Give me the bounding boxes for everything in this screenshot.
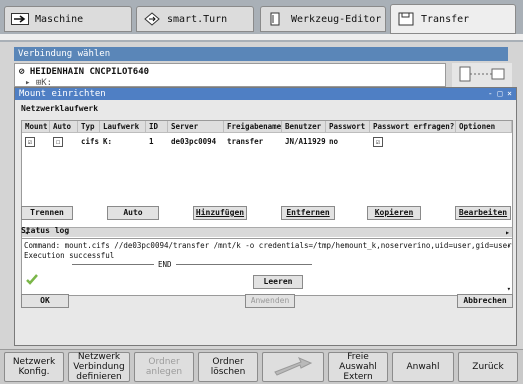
- tab-werkzeug-editor[interactable]: Werkzeug-Editor: [260, 6, 386, 32]
- edit-button[interactable]: Bearbeiten: [455, 206, 511, 220]
- softkey-delete-folder[interactable]: Ordner löschen: [198, 352, 258, 382]
- arrow-right-icon: [11, 12, 29, 26]
- mount-checkbox[interactable]: ☑: [25, 137, 35, 147]
- connection-item[interactable]: ⊘ HEIDENHAIN CNCPILOT640: [19, 67, 149, 77]
- copy-button[interactable]: Kopieren: [367, 206, 421, 220]
- mount-dialog: Mount einrichten - □ × Netzwerklaufwerk …: [14, 87, 517, 346]
- table-cell: cifs: [81, 137, 100, 146]
- connection-list[interactable]: ⊘ HEIDENHAIN CNCPILOT640 ▸ ⊞K:: [14, 63, 446, 88]
- tab-label: Werkzeug-Editor: [291, 13, 382, 25]
- column-header[interactable]: Optionen: [456, 121, 512, 133]
- transfer-icon: [397, 12, 415, 26]
- scroll-up-icon[interactable]: ▴: [507, 241, 511, 249]
- connection-title: Verbindung wählen: [14, 47, 508, 61]
- column-header[interactable]: Benutzer: [282, 121, 326, 133]
- horizontal-scrollbar[interactable]: ◂ ▸: [22, 227, 512, 237]
- tab-label: smart.Turn: [167, 13, 228, 25]
- tab-transfer[interactable]: Transfer: [390, 4, 516, 34]
- apply-button[interactable]: Anwenden: [245, 294, 295, 308]
- tab-smart-turn[interactable]: smart.Turn: [136, 6, 254, 32]
- diamond-arrow-icon: [143, 12, 161, 26]
- column-header[interactable]: Mount: [22, 121, 50, 133]
- clear-button[interactable]: Leeren: [253, 275, 303, 289]
- table-row[interactable]: ☑: [22, 136, 35, 148]
- tab-label: Transfer: [421, 13, 470, 25]
- softkey-transfer[interactable]: [262, 352, 324, 382]
- table-cell: [456, 136, 459, 148]
- column-header[interactable]: ID: [146, 121, 168, 133]
- success-check-icon: [26, 273, 38, 287]
- softkey-back[interactable]: Zurück: [458, 352, 518, 382]
- status-log-label: Status log: [21, 226, 70, 235]
- table-cell: transfer: [227, 137, 264, 146]
- table-cell: 1: [149, 137, 154, 146]
- softkey-free-selection[interactable]: Freie Auswahl Extern: [328, 352, 388, 382]
- ask-password-checkbox[interactable]: ☑: [373, 137, 383, 147]
- softkey-select[interactable]: Anwahl: [392, 352, 454, 382]
- table-cell: K:: [103, 137, 113, 146]
- column-header[interactable]: Passwort erfragen?: [370, 121, 456, 133]
- log-command: Command: mount.cifs //de03pc0094/transfe…: [24, 241, 512, 250]
- scroll-right-icon[interactable]: ▸: [505, 228, 510, 237]
- column-header[interactable]: Passwort: [326, 121, 370, 133]
- softkey-create-folder[interactable]: Ordner anlegen: [134, 352, 194, 382]
- table-cell: JN/A11929: [285, 137, 326, 146]
- scroll-down-icon[interactable]: ▾: [507, 285, 511, 293]
- table-cell: de03pc0094: [171, 137, 217, 146]
- table-cell: no: [329, 137, 339, 146]
- tool-icon: [267, 12, 285, 26]
- log-end: END: [154, 260, 176, 269]
- column-header[interactable]: Laufwerk: [100, 121, 146, 133]
- column-header[interactable]: Typ: [78, 121, 100, 133]
- ok-button[interactable]: OK: [21, 294, 69, 308]
- network-drive-label: Netzwerklaufwerk: [21, 104, 99, 113]
- table-cell[interactable]: ☑: [370, 136, 383, 148]
- tab-underline: [0, 34, 523, 40]
- remove-button[interactable]: Entfernen: [281, 206, 335, 220]
- dialog-title: Mount einrichten: [19, 89, 106, 99]
- window-controls[interactable]: - □ ×: [488, 88, 512, 100]
- column-header[interactable]: Server: [168, 121, 224, 133]
- cancel-button[interactable]: Abbrechen: [457, 294, 513, 308]
- transfer-arrow-icon: [274, 357, 313, 376]
- auto-checkbox[interactable]: ☐: [53, 137, 63, 147]
- auto-button[interactable]: Auto: [107, 206, 159, 220]
- disconnect-button[interactable]: Trennen: [21, 206, 73, 220]
- mount-table[interactable]: Mount Auto Typ Laufwerk ID Server Freiga…: [21, 120, 513, 240]
- tab-label: Maschine: [35, 13, 84, 25]
- tab-maschine[interactable]: Maschine: [4, 6, 132, 32]
- add-button[interactable]: Hinzufügen: [193, 206, 247, 220]
- log-divider: [72, 264, 312, 265]
- dialog-title-bar: Mount einrichten - □ ×: [15, 88, 516, 100]
- softkey-network-config[interactable]: Netzwerk Konfig.: [4, 352, 64, 382]
- softkey-define-connection[interactable]: Netzwerk Verbindung definieren: [68, 352, 130, 382]
- column-header[interactable]: Freigabename: [224, 121, 282, 133]
- table-cell[interactable]: ☐: [50, 136, 63, 148]
- log-result: Execution successful: [24, 251, 115, 260]
- column-header[interactable]: Auto: [50, 121, 78, 133]
